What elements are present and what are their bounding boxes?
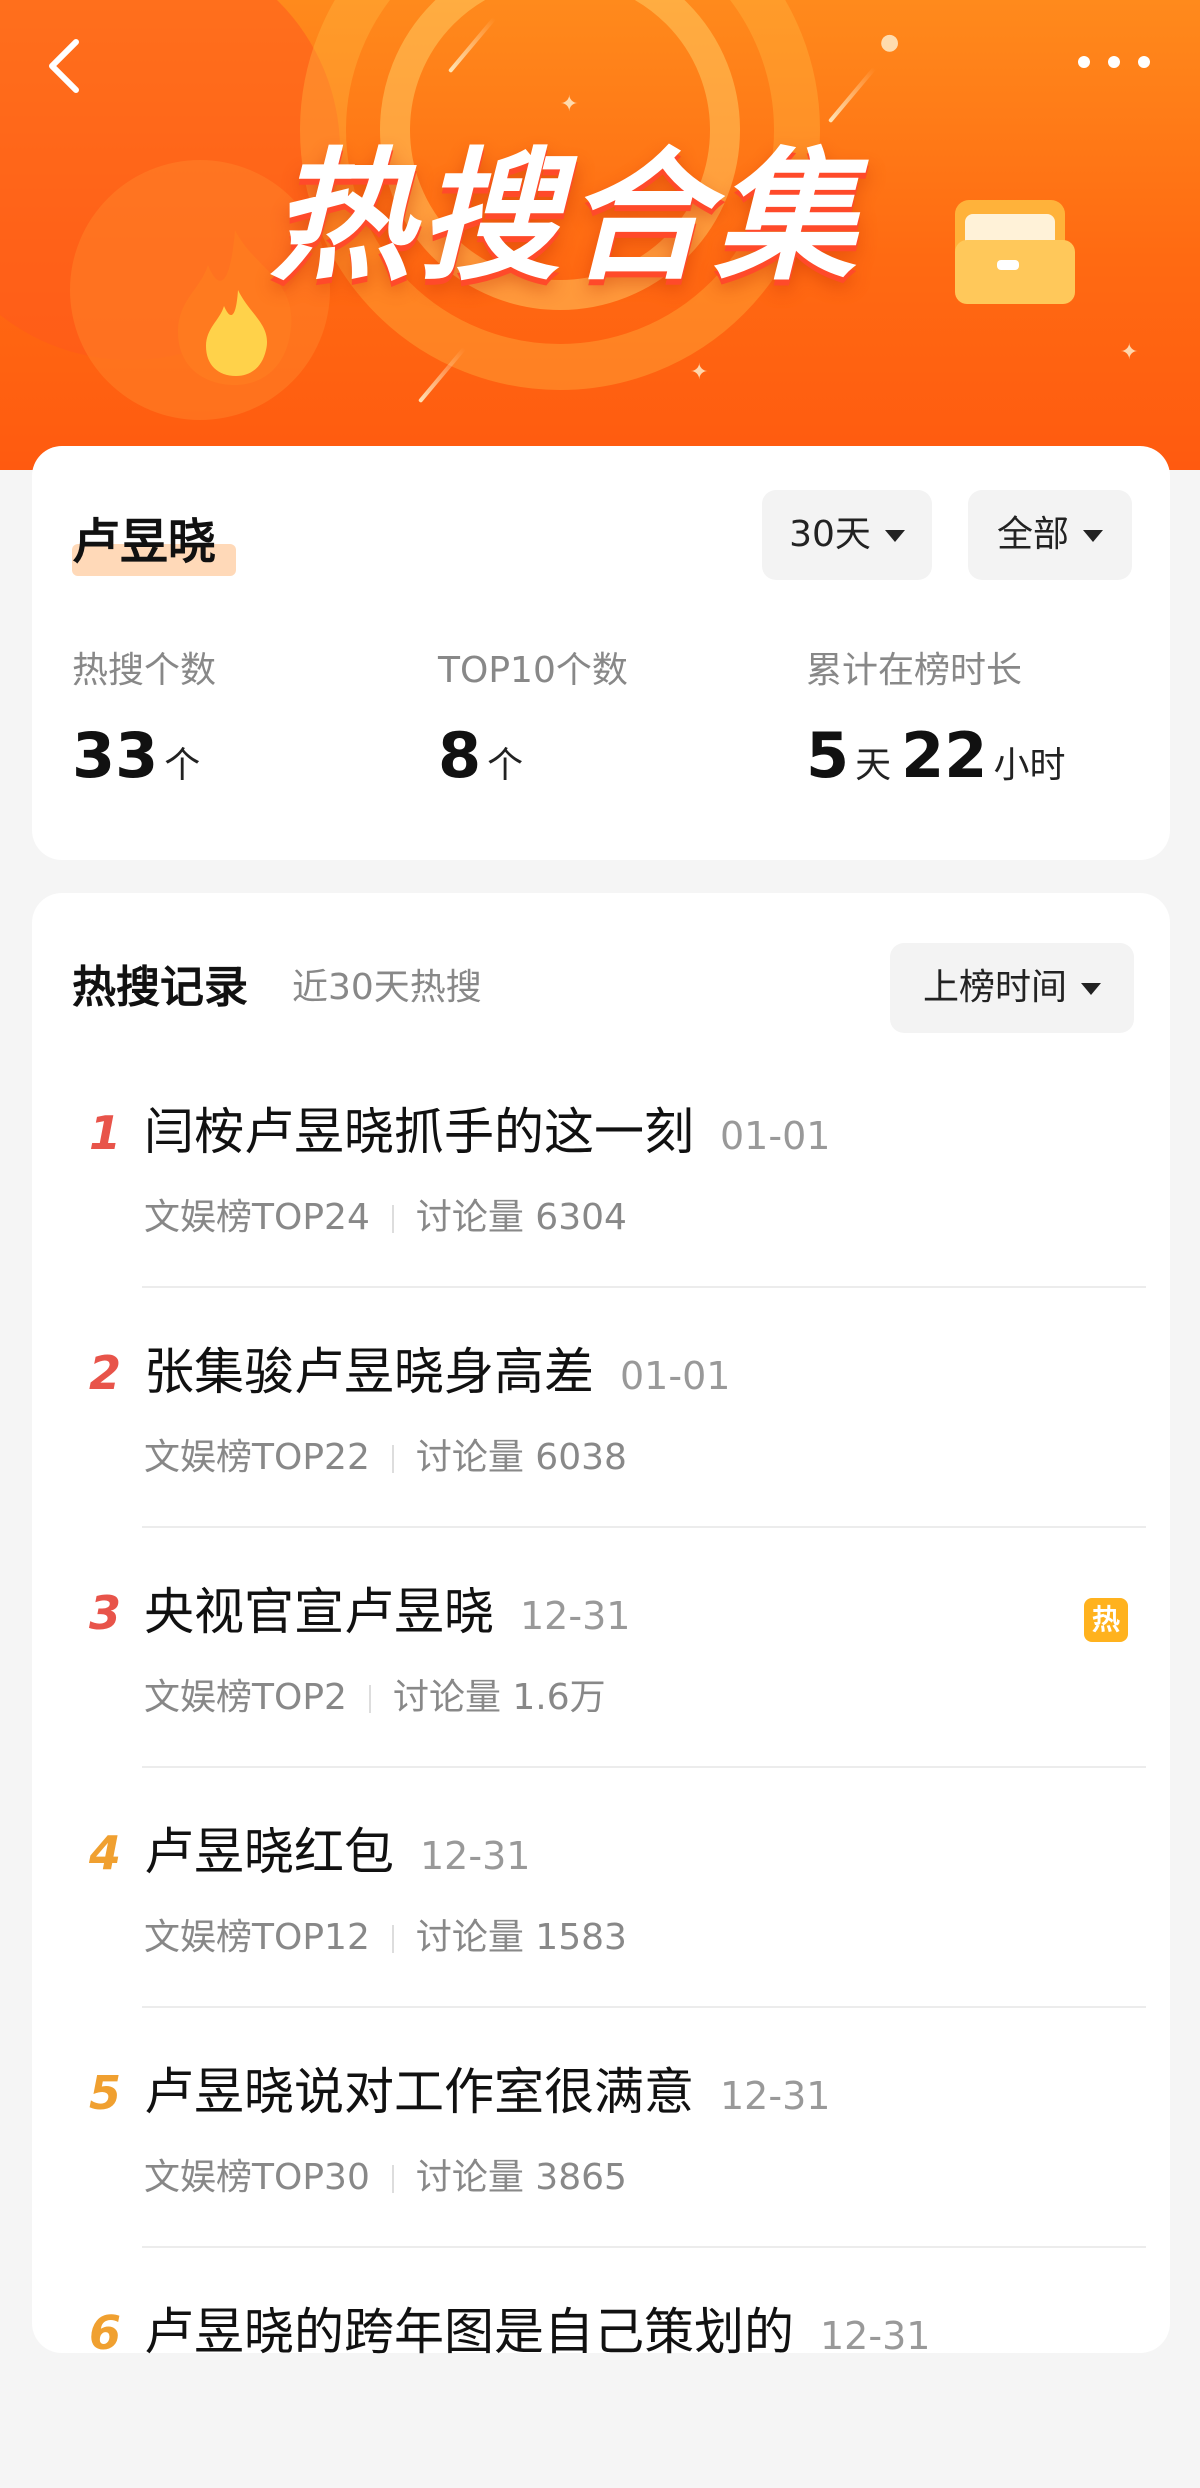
stat-days-value: 5	[806, 719, 850, 792]
item-discussion-count: 讨论量 6304	[415, 1197, 627, 1238]
meta-separator	[391, 1925, 394, 1953]
records-card: 热搜记录 近30天热搜 上榜时间 1 闫桉卢昱晓抓手的这一刻 01-01 文娱榜TOP…	[32, 893, 1170, 2361]
item-meta: 文娱榜TOP2 讨论量 1.6万	[144, 1670, 606, 1726]
records-subtitle: 近30天热搜	[292, 967, 482, 1008]
item-title[interactable]: 张集骏卢昱晓身高差 01-01	[144, 1336, 730, 1412]
summary-card: 卢昱晓 30天 全部 热搜个数 33 个 TOP10个数 8个 累计在榜时长 5天…	[32, 446, 1170, 860]
item-title-text: 卢昱晓红包	[144, 1823, 394, 1881]
stat-label: 热搜个数	[72, 650, 217, 691]
item-board-rank: 文娱榜TOP12	[144, 1917, 370, 1958]
list-item[interactable]: 2 张集骏卢昱晓身高差 01-01 文娱榜TOP22 讨论量 6038	[32, 1288, 1170, 1528]
meta-separator	[391, 1205, 394, 1233]
banner-decoration	[827, 66, 877, 124]
rank-number: 1	[88, 1106, 121, 1160]
item-title[interactable]: 卢昱晓说对工作室很满意 12-31	[144, 2056, 830, 2132]
sparkle-icon: ●	[880, 30, 900, 55]
header-banner: ✦ ✦ ✦ ● 热搜合集	[0, 0, 1200, 470]
list-item[interactable]: 5 卢昱晓说对工作室很满意 12-31 文娱榜TOP30 讨论量 3865	[32, 2008, 1170, 2248]
caret-down-icon	[1083, 530, 1103, 542]
item-title-text: 央视官宣卢昱晓	[144, 1583, 494, 1641]
rank-number: 3	[88, 1586, 121, 1640]
item-date: 01-01	[620, 1354, 731, 1398]
item-title[interactable]: 卢昱晓的跨年图是自己策划的 12-31	[144, 2296, 930, 2372]
item-title-text: 张集骏卢昱晓身高差	[144, 1343, 594, 1401]
stat-total-duration: 累计在榜时长 5 天 22 小时	[806, 646, 1075, 812]
meta-separator	[391, 1445, 394, 1473]
stat-top10-count: TOP10个数 8个	[438, 646, 628, 812]
stat-unit: 个	[164, 745, 201, 786]
days-filter-dropdown[interactable]: 30天	[762, 490, 932, 580]
hot-badge: 热	[1084, 1598, 1128, 1642]
stat-days-unit: 天	[855, 745, 892, 786]
item-meta: 文娱榜TOP30 讨论量 3865	[144, 2150, 627, 2206]
type-filter-dropdown[interactable]: 全部	[968, 490, 1132, 580]
item-title-text: 闫桉卢昱晓抓手的这一刻	[144, 1103, 694, 1161]
chevron-left-icon	[49, 39, 79, 93]
more-dot-icon	[1138, 56, 1150, 68]
sort-label: 上榜时间	[922, 967, 1067, 1008]
rank-number: 4	[88, 1826, 121, 1880]
days-filter-label: 30天	[789, 514, 871, 555]
item-meta: 文娱榜TOP24 讨论量 6304	[144, 1190, 627, 1246]
item-meta: 文娱榜TOP12 讨论量 1583	[144, 1910, 627, 1966]
rank-number: 5	[88, 2066, 121, 2120]
item-date: 12-31	[720, 2074, 831, 2118]
person-name: 卢昱晓	[72, 506, 236, 578]
folder-icon	[935, 170, 1085, 320]
list-item[interactable]: 6 卢昱晓的跨年图是自己策划的 12-31	[32, 2248, 1170, 2488]
stat-hot-search-count: 热搜个数 33 个	[72, 646, 216, 812]
rank-number: 2	[88, 1346, 121, 1400]
sparkle-icon: ✦	[1120, 340, 1139, 365]
meta-separator	[368, 1685, 371, 1713]
records-title: 热搜记录	[72, 962, 248, 1013]
item-date: 12-31	[520, 1594, 631, 1638]
stat-label: TOP10个数	[438, 650, 628, 691]
meta-separator	[391, 2165, 394, 2193]
more-dot-icon	[1078, 56, 1090, 68]
item-date: 12-31	[420, 1834, 531, 1878]
item-board-rank: 文娱榜TOP2	[144, 1677, 347, 1718]
item-board-rank: 文娱榜TOP24	[144, 1197, 370, 1238]
item-title[interactable]: 卢昱晓红包 12-31	[144, 1816, 530, 1892]
list-item[interactable]: 3 央视官宣卢昱晓 12-31 文娱榜TOP2 讨论量 1.6万 热	[32, 1528, 1170, 1768]
rank-number: 6	[88, 2306, 121, 2360]
stat-value: 8	[438, 719, 482, 792]
item-meta: 文娱榜TOP22 讨论量 6038	[144, 1430, 627, 1486]
person-name-text: 卢昱晓	[72, 514, 217, 570]
item-discussion-count: 讨论量 1.6万	[392, 1677, 606, 1718]
more-dot-icon	[1108, 56, 1120, 68]
sparkle-icon: ✦	[690, 360, 709, 385]
item-board-rank: 文娱榜TOP30	[144, 2157, 370, 2198]
type-filter-label: 全部	[996, 514, 1069, 555]
banner-title: 热搜合集	[270, 135, 862, 300]
item-date: 01-01	[720, 1114, 831, 1158]
item-board-rank: 文娱榜TOP22	[144, 1437, 370, 1478]
item-date: 12-31	[820, 2314, 931, 2358]
stat-hours-value: 22	[901, 719, 988, 792]
caret-down-icon	[884, 530, 905, 542]
item-title-text: 卢昱晓的跨年图是自己策划的	[144, 2303, 794, 2361]
list-item[interactable]: 4 卢昱晓红包 12-31 文娱榜TOP12 讨论量 1583	[32, 1768, 1170, 2008]
item-discussion-count: 讨论量 6038	[415, 1437, 627, 1478]
stat-hours-unit: 小时	[993, 745, 1066, 786]
sparkle-icon: ✦	[560, 92, 579, 117]
back-button[interactable]	[40, 36, 92, 96]
stat-unit: 个	[487, 745, 524, 786]
list-item[interactable]: 1 闫桉卢昱晓抓手的这一刻 01-01 文娱榜TOP24 讨论量 6304	[32, 1048, 1170, 1288]
more-button[interactable]	[1070, 40, 1180, 84]
sort-dropdown[interactable]: 上榜时间	[890, 943, 1134, 1033]
item-title[interactable]: 央视官宣卢昱晓 12-31	[144, 1576, 630, 1652]
item-discussion-count: 讨论量 3865	[415, 2157, 627, 2198]
stat-label: 累计在榜时长	[806, 650, 1023, 691]
item-title-text: 卢昱晓说对工作室很满意	[144, 2063, 694, 2121]
item-title[interactable]: 闫桉卢昱晓抓手的这一刻 01-01	[144, 1096, 830, 1172]
stat-value: 33	[72, 719, 159, 792]
caret-down-icon	[1081, 983, 1101, 995]
item-discussion-count: 讨论量 1583	[415, 1917, 627, 1958]
